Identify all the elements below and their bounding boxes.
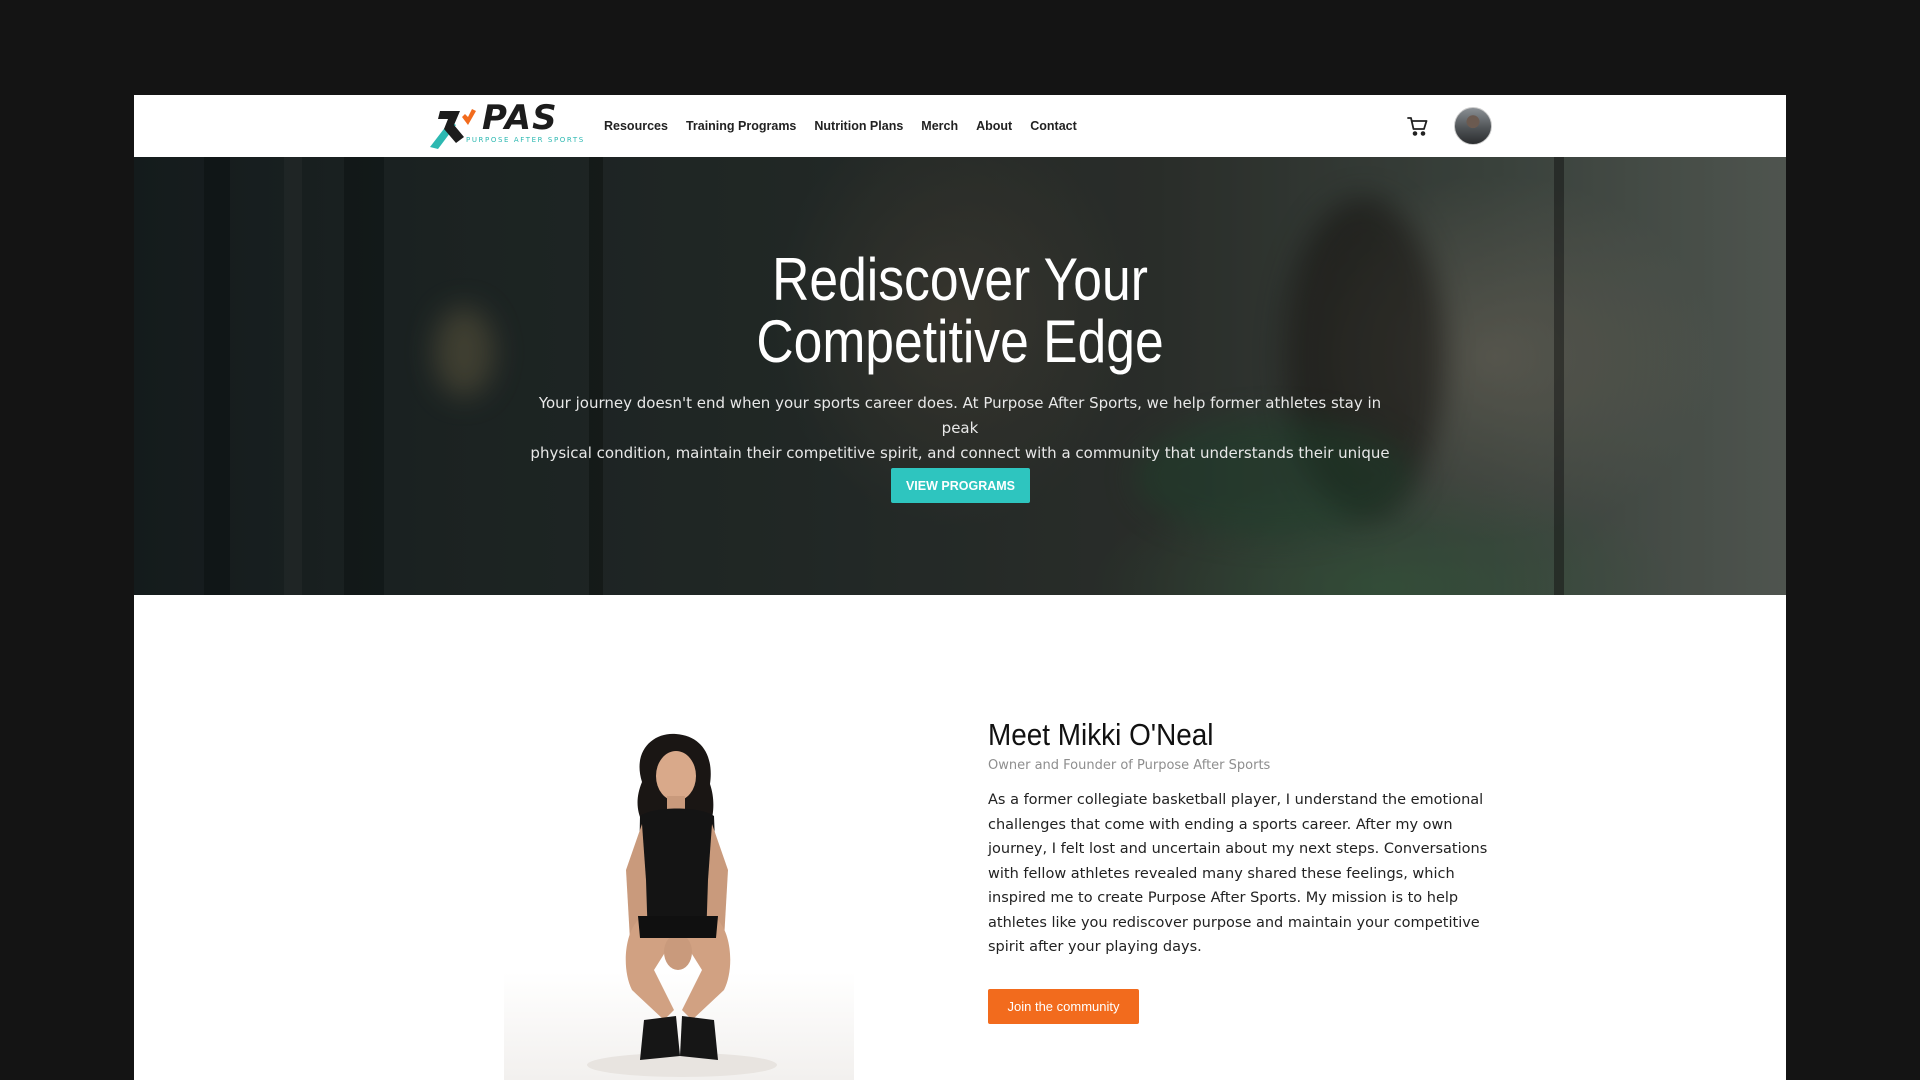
nav-item-resources[interactable]: Resources [604, 119, 668, 133]
hero-title-line-1: Rediscover Your [772, 246, 1148, 313]
nav-item-about[interactable]: About [976, 119, 1012, 133]
founder-role: Owner and Founder of Purpose After Sport… [988, 758, 1271, 773]
logo-tagline: PURPOSE AFTER SPORTS [466, 136, 585, 144]
hero-description-line-1: Your journey doesn't end when your sport… [538, 394, 1382, 437]
nav-item-contact[interactable]: Contact [1030, 119, 1077, 133]
website-page: PAS PURPOSE AFTER SPORTS Resources Train… [134, 95, 1786, 1080]
logo-wordmark: PAS [482, 98, 558, 138]
top-navigation: PAS PURPOSE AFTER SPORTS Resources Train… [134, 95, 1786, 158]
founder-name: Meet Mikki O'Neal [988, 717, 1214, 752]
hero-title: Rediscover Your Competitive Edge [250, 249, 1671, 373]
hero-title-line-2: Competitive Edge [756, 308, 1164, 375]
main-menu: Resources Training Programs Nutrition Pl… [604, 95, 1077, 157]
user-avatar[interactable] [1454, 107, 1492, 145]
hero-overlay [134, 157, 1786, 595]
founder-bio: As a former collegiate basketball player… [988, 792, 1488, 955]
nav-item-training-programs[interactable]: Training Programs [686, 119, 796, 133]
founder-photo [504, 720, 854, 1080]
founder-illustration [587, 733, 777, 1077]
view-programs-button[interactable]: VIEW PROGRAMS [891, 468, 1030, 503]
hero-section: Rediscover Your Competitive Edge Your jo… [134, 157, 1786, 595]
cart-icon[interactable] [1406, 114, 1430, 138]
join-community-button[interactable]: Join the community [988, 989, 1139, 1024]
nav-item-merch[interactable]: Merch [921, 119, 958, 133]
nav-item-nutrition-plans[interactable]: Nutrition Plans [814, 119, 903, 133]
pas-logo[interactable]: PAS PURPOSE AFTER SPORTS [426, 101, 586, 151]
